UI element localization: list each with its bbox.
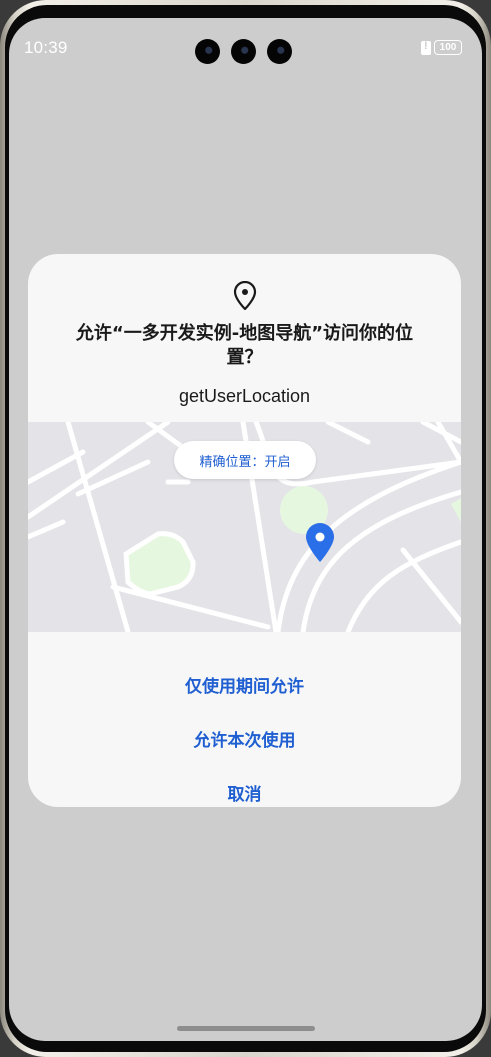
status-icons: 100 [421, 40, 462, 55]
front-camera-icon [231, 39, 256, 64]
cancel-button[interactable]: 取消 [28, 780, 461, 805]
precise-location-toggle[interactable]: 精确位置：开启 [174, 441, 316, 479]
screen: 10:39 100 允许“一多开发实例-地图导航”访问你的位置？ getUser… [9, 18, 482, 1041]
sim-alert-icon [421, 40, 431, 55]
location-permission-dialog: 允许“一多开发实例-地图导航”访问你的位置？ getUserLocation 精… [28, 254, 461, 807]
home-indicator[interactable] [177, 1026, 315, 1031]
dialog-subtitle: getUserLocation [178, 386, 311, 406]
battery-icon: 100 [434, 40, 462, 55]
allow-while-using-button[interactable]: 仅使用期间允许 [28, 672, 461, 697]
front-camera-icon [267, 39, 292, 64]
dialog-title: 允许“一多开发实例-地图导航”访问你的位置？ [75, 323, 414, 368]
location-pin-icon [233, 281, 257, 311]
front-camera-icon [195, 39, 220, 64]
map-preview: 精确位置：开启 [28, 419, 461, 635]
status-time: 10:39 [24, 38, 68, 57]
allow-once-button[interactable]: 允许本次使用 [28, 726, 461, 751]
